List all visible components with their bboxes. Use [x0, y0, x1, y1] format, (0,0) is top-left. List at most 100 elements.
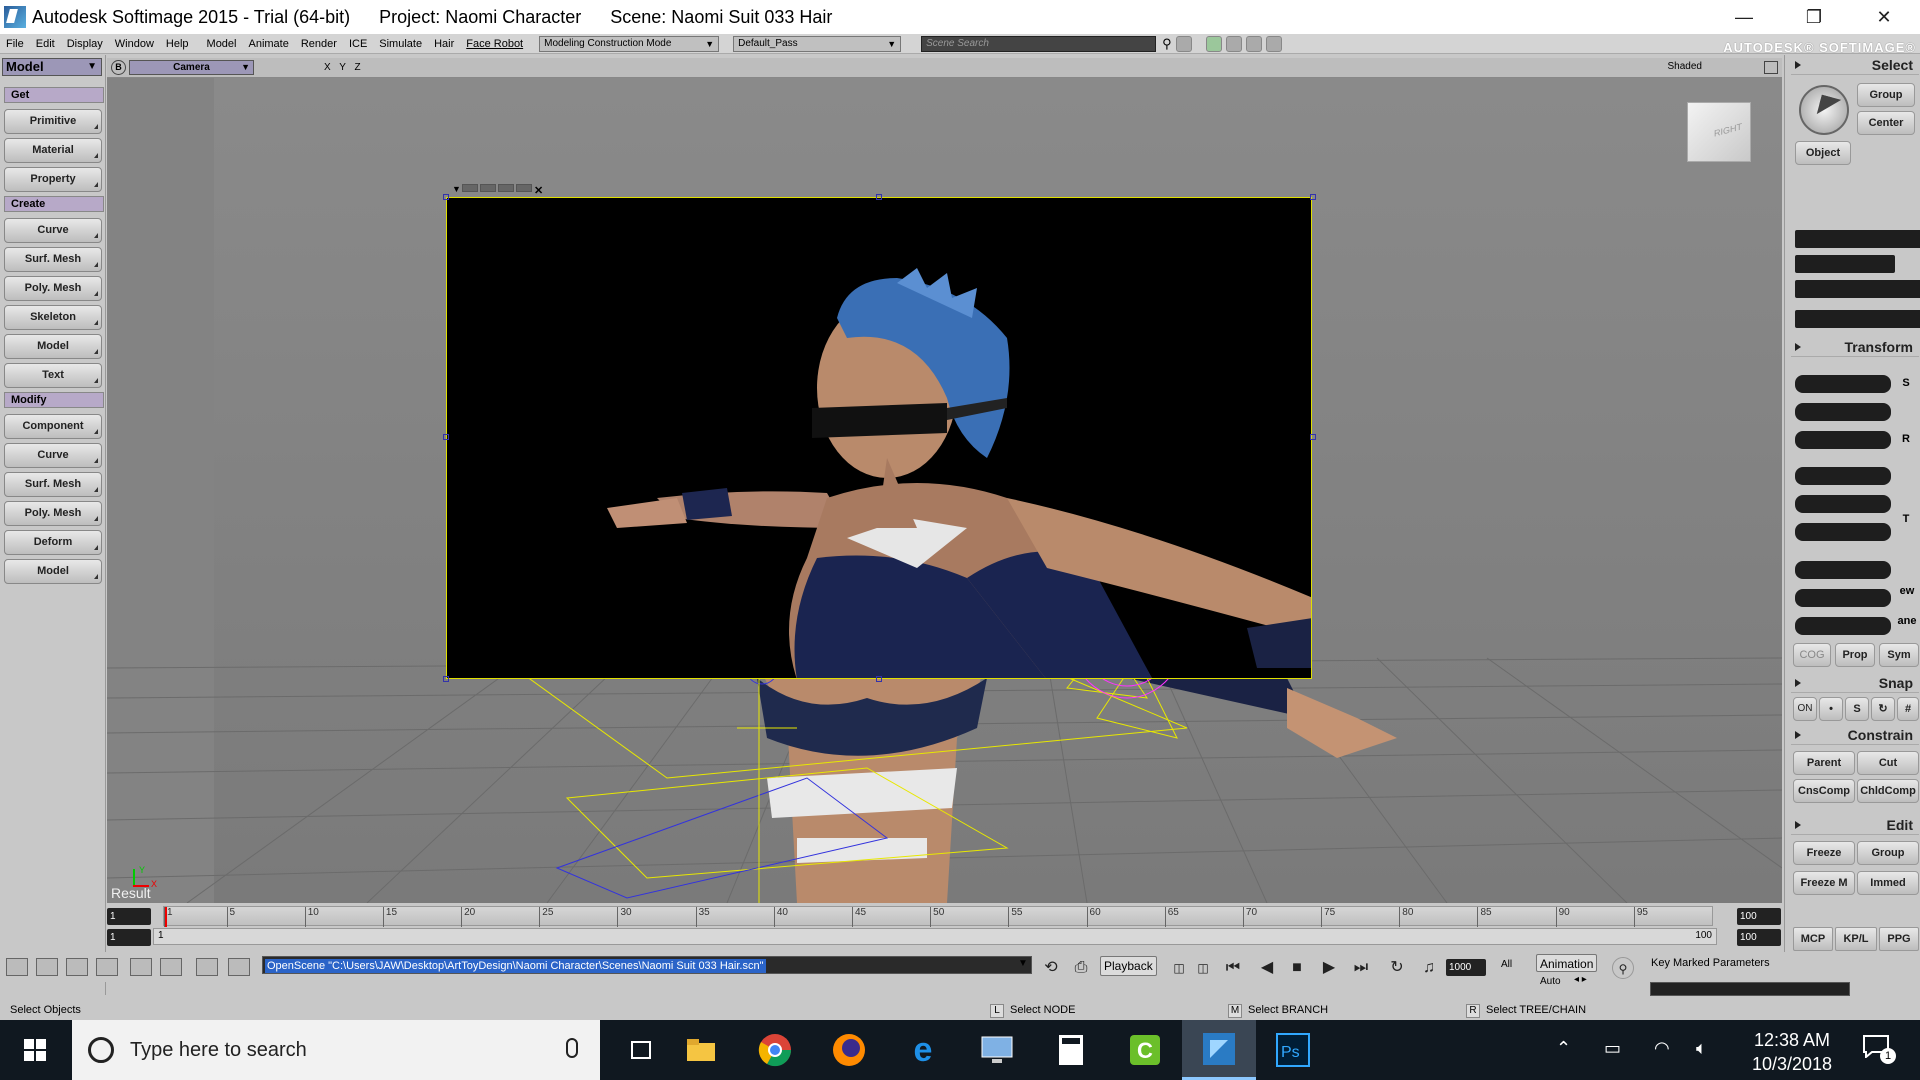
next-key-icon[interactable]: ◫ — [1192, 957, 1214, 979]
toolbar-icon-2[interactable] — [1205, 35, 1222, 52]
toolbar-icon-3[interactable] — [1225, 35, 1242, 52]
select-filter-field-1[interactable] — [1795, 230, 1920, 248]
viewport-letter-button[interactable]: B — [111, 60, 126, 75]
playhead[interactable] — [165, 907, 167, 927]
modify-surf-mesh-button[interactable]: Surf. Mesh — [4, 472, 102, 497]
region-handle-tr[interactable] — [1310, 194, 1316, 200]
mcp-tab[interactable]: MCP — [1793, 927, 1833, 951]
menu-animate[interactable]: Animate — [243, 38, 295, 50]
frame-ruler[interactable]: 1 5 10 15 20 25 30 35 40 45 50 55 60 65 70 75 80 85 90 95 — [163, 906, 1713, 927]
camtasia-icon[interactable]: C — [1108, 1020, 1182, 1080]
auto-key-toggle[interactable]: Auto — [1540, 976, 1561, 987]
prop-button[interactable]: Prop — [1835, 643, 1875, 667]
modify-deform-button[interactable]: Deform — [4, 530, 102, 555]
menu-simulate[interactable]: Simulate — [373, 38, 428, 50]
timeline-end-field[interactable]: 100 — [1737, 908, 1781, 925]
stop-icon[interactable]: ■ — [1286, 957, 1308, 979]
kpl-tab[interactable]: KP/L — [1835, 927, 1877, 951]
last-frame-icon[interactable]: ⏭ — [1350, 957, 1372, 979]
key-nav-arrows[interactable]: ◂ ▸ — [1574, 974, 1587, 985]
select-header[interactable]: Select — [1791, 55, 1919, 75]
scene-search-input[interactable]: Scene Search — [921, 35, 1157, 52]
remote-desktop-icon[interactable] — [960, 1020, 1034, 1080]
menu-face-robot[interactable]: Face Robot — [460, 38, 529, 50]
select-filter-field-4[interactable] — [1795, 310, 1920, 328]
edit-group-button[interactable]: Group — [1857, 841, 1919, 865]
layout-icon-5[interactable] — [130, 958, 152, 976]
construction-mode-dropdown[interactable]: Modeling Construction Mode ▼ — [539, 35, 720, 52]
save-icon[interactable]: ⎙ — [1070, 957, 1092, 979]
all-toggle[interactable]: All — [1498, 956, 1515, 976]
pass-dropdown[interactable]: Default_Pass ▼ — [733, 35, 902, 52]
layout-icon-6[interactable] — [160, 958, 182, 976]
prev-key-icon[interactable]: ◫ — [1168, 957, 1190, 979]
layout-icon-7[interactable] — [196, 958, 218, 976]
translate-field-1[interactable] — [1795, 467, 1891, 485]
play-forward-icon[interactable]: ▶ — [1318, 957, 1340, 979]
snap-on-toggle[interactable]: ON — [1793, 697, 1817, 721]
region-handle-ml[interactable] — [443, 434, 449, 440]
modify-curve-button[interactable]: Curve — [4, 443, 102, 468]
toolbar-icon-5[interactable] — [1265, 35, 1282, 52]
immed-button[interactable]: Immed — [1857, 871, 1919, 895]
region-option-4[interactable] — [516, 184, 532, 192]
menu-file[interactable]: File — [0, 38, 30, 50]
show-hidden-icons-icon[interactable]: ⌃ — [1556, 1038, 1571, 1059]
snap-curve-icon[interactable]: S — [1845, 697, 1869, 721]
get-property-button[interactable]: Property — [4, 167, 102, 192]
region-handle-tc[interactable] — [876, 194, 882, 200]
ppg-tab[interactable]: PPG — [1879, 927, 1919, 951]
create-skeleton-button[interactable]: Skeleton — [4, 305, 102, 330]
file-explorer-icon[interactable] — [664, 1020, 738, 1080]
translate-field-3[interactable] — [1795, 523, 1891, 541]
microphone-icon[interactable] — [566, 1038, 578, 1058]
create-poly-mesh-button[interactable]: Poly. Mesh — [4, 276, 102, 301]
create-surf-mesh-button[interactable]: Surf. Mesh — [4, 247, 102, 272]
menu-edit[interactable]: Edit — [30, 38, 61, 50]
select-group-button[interactable]: Group — [1857, 83, 1915, 107]
animation-menu[interactable]: Animation — [1536, 954, 1598, 972]
view-field[interactable] — [1795, 589, 1891, 607]
region-handle-tl[interactable] — [443, 194, 449, 200]
freeze-button[interactable]: Freeze — [1793, 841, 1855, 865]
layout-icon-2[interactable] — [36, 958, 58, 976]
rotate-field-1[interactable] — [1795, 403, 1891, 421]
select-filter-field-2[interactable] — [1795, 255, 1895, 273]
layout-icon-3[interactable] — [66, 958, 88, 976]
region-handle-mr[interactable] — [1310, 434, 1316, 440]
snap-header[interactable]: Snap — [1791, 673, 1919, 693]
range-start-field[interactable]: 1 — [107, 929, 151, 946]
sym-button[interactable]: Sym — [1879, 643, 1919, 667]
constrain-parent-button[interactable]: Parent — [1793, 751, 1855, 775]
select-arrow-button[interactable] — [1799, 85, 1849, 135]
wifi-icon[interactable]: ◠ — [1654, 1038, 1670, 1059]
refresh-icon[interactable]: ⟲ — [1040, 957, 1062, 979]
menu-ice[interactable]: ICE — [343, 38, 373, 50]
menu-model[interactable]: Model — [201, 38, 243, 50]
play-backward-icon[interactable]: ◀ — [1256, 957, 1278, 979]
select-center-button[interactable]: Center — [1857, 111, 1915, 135]
firefox-icon[interactable] — [812, 1020, 886, 1080]
module-dropdown[interactable]: Model ▼ — [2, 58, 102, 76]
range-slider[interactable]: 1 100 — [153, 928, 1717, 945]
menu-window[interactable]: Window — [109, 38, 160, 50]
transform-field-4[interactable] — [1795, 561, 1891, 579]
layout-icon-4[interactable] — [96, 958, 118, 976]
menu-render[interactable]: Render — [295, 38, 343, 50]
toolbar-icon-1[interactable] — [1175, 35, 1192, 52]
snap-grid-icon[interactable]: # — [1897, 697, 1919, 721]
chevron-down-icon[interactable]: ▼ — [1018, 958, 1028, 969]
camera-dropdown[interactable]: Camera ▼ — [129, 60, 254, 75]
region-option-1[interactable] — [462, 184, 478, 192]
modify-model-button[interactable]: Model — [4, 559, 102, 584]
first-frame-icon[interactable]: ⏮ — [1222, 957, 1244, 979]
region-option-2[interactable] — [480, 184, 496, 192]
battery-icon[interactable]: ▭ — [1604, 1038, 1621, 1059]
toolbar-icon-4[interactable] — [1245, 35, 1262, 52]
start-button[interactable] — [0, 1020, 70, 1080]
search-icon[interactable]: ⚲ — [1162, 36, 1172, 52]
create-curve-button[interactable]: Curve — [4, 218, 102, 243]
transform-header[interactable]: Transform — [1791, 337, 1919, 357]
create-text-button[interactable]: Text — [4, 363, 102, 388]
restore-button[interactable]: ❐ — [1782, 0, 1846, 34]
